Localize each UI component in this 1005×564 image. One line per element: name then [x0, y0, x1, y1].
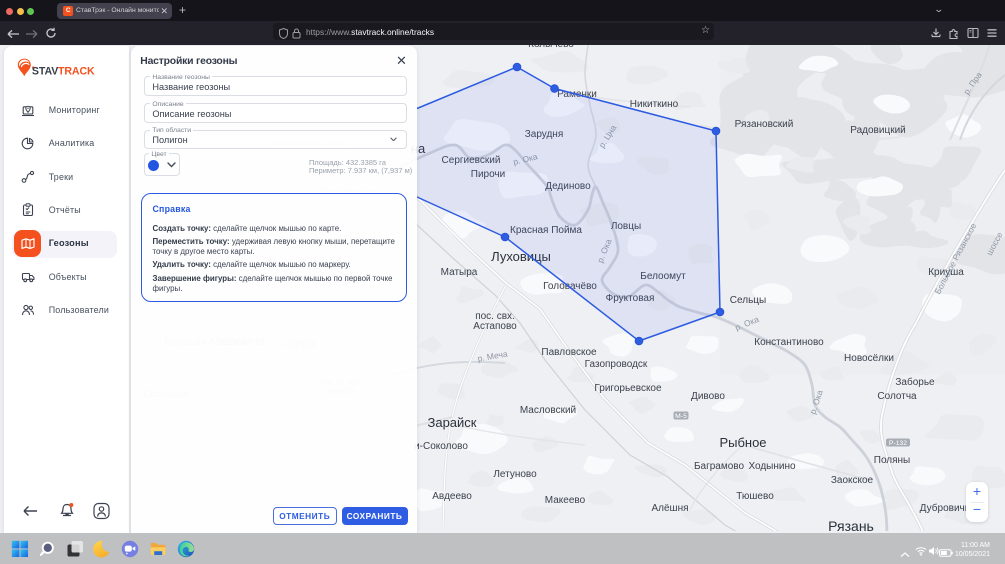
svg-text:Дивово: Дивово — [691, 391, 725, 402]
svg-text:Заокское: Заокское — [831, 475, 874, 486]
svg-text:Р-132: Р-132 — [889, 440, 907, 447]
svg-text:Никиткино: Никиткино — [630, 99, 679, 110]
svg-text:Заборье: Заборье — [895, 376, 935, 388]
svg-text:Ходынино: Ходынино — [748, 461, 796, 472]
svg-text:Авдеево: Авдеево — [432, 491, 472, 502]
svg-text:Солотча: Солотча — [877, 391, 917, 402]
svg-text:Григорьевское: Григорьевское — [594, 383, 662, 394]
svg-text:TRACK: TRACK — [58, 66, 95, 78]
svg-text:Зарайск: Зарайск — [428, 415, 477, 430]
svg-text:Рыбное: Рыбное — [719, 435, 766, 450]
svg-text:Колычево: Колычево — [528, 45, 574, 50]
svg-text:Поляны: Поляны — [874, 455, 911, 466]
svg-text:Баграмово: Баграмово — [694, 461, 745, 472]
svg-text:Масловский: Масловский — [520, 405, 576, 416]
svg-text:STAV: STAV — [31, 66, 57, 78]
svg-text:и-Соколово: и-Соколово — [414, 441, 468, 452]
svg-text:Радовицкий: Радовицкий — [850, 125, 905, 136]
svg-text:Летуново: Летуново — [493, 469, 537, 480]
svg-text:Павловское: Павловское — [541, 347, 597, 358]
svg-text:Новосёлки: Новосёлки — [844, 353, 894, 364]
svg-text:Матыра: Матыра — [441, 267, 478, 278]
svg-text:Тюшево: Тюшево — [736, 491, 774, 502]
svg-text:Дубровичи: Дубровичи — [920, 502, 971, 514]
svg-text:Сельцы: Сельцы — [730, 295, 766, 306]
svg-text:Рязань: Рязань — [828, 518, 874, 531]
svg-text:Рязановский: Рязановский — [735, 119, 794, 130]
svg-text:Макеево: Макеево — [545, 495, 586, 506]
svg-text:Газопроводск: Газопроводск — [585, 359, 648, 370]
svg-text:Астапово: Астапово — [473, 321, 517, 332]
svg-text:Константиново: Константиново — [754, 337, 824, 348]
svg-text:М-5: М-5 — [675, 413, 687, 420]
svg-text:Алёшня: Алёшня — [651, 503, 688, 514]
